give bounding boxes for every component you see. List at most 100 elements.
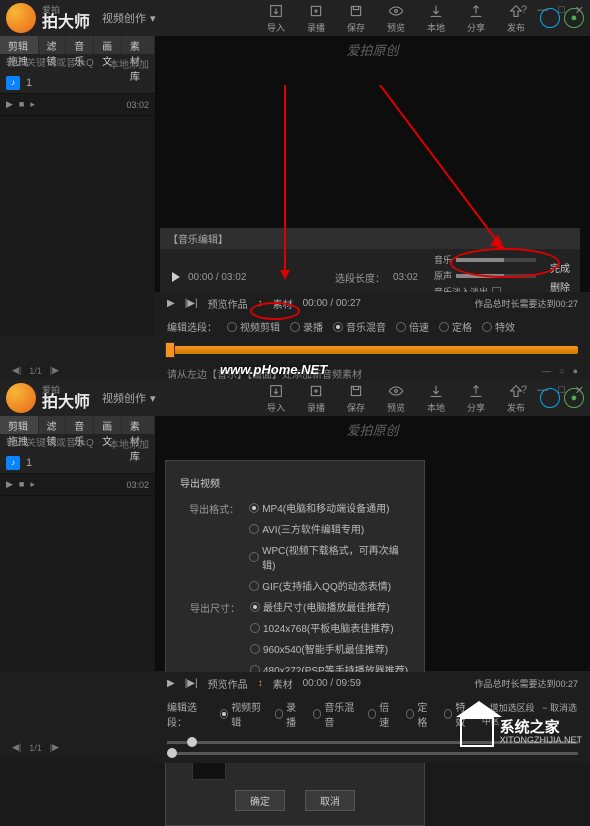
prev-page-icon[interactable]: ◀| (12, 742, 21, 753)
search-input[interactable] (6, 438, 86, 449)
timeline-handle[interactable] (165, 342, 175, 358)
length-label: 选段长度： (335, 270, 385, 285)
size-960[interactable]: 960x540(智能手机最佳推荐) (250, 641, 408, 656)
record-button[interactable]: 录播 (296, 3, 336, 34)
close-button[interactable]: ✕ (575, 4, 584, 17)
opt-video[interactable]: 视频剪辑 (227, 319, 280, 334)
track-play-icon[interactable]: ▶ (6, 99, 13, 110)
edit-label: 编辑选段： (167, 319, 217, 334)
opt-mix[interactable]: 音乐混音 (333, 319, 386, 334)
next-page-icon[interactable]: |▶ (50, 742, 59, 753)
tab-clips[interactable]: 剪辑拖拽 (0, 416, 38, 434)
next-page-icon[interactable]: |▶ (50, 365, 59, 376)
save-button[interactable]: 保存 (336, 3, 376, 34)
close-button[interactable]: ✕ (575, 384, 584, 397)
tab-sticker[interactable]: 素材库 (122, 416, 154, 434)
track-stop-icon[interactable]: ■ (19, 479, 24, 490)
tab-sticker[interactable]: 素材库 (122, 36, 154, 54)
track-stop-icon[interactable]: ■ (19, 99, 24, 110)
opt-freeze[interactable]: 定格 (439, 319, 472, 334)
collapse-icon[interactable]: — (542, 366, 551, 376)
timeline[interactable] (155, 338, 590, 362)
local-button[interactable]: 本地 (416, 3, 456, 34)
length-value: 03:02 (393, 272, 418, 283)
edit-label: 编辑选段： (167, 699, 210, 729)
opt-mix[interactable]: 音乐混音 (313, 699, 358, 729)
mini-play-icon[interactable]: ▶ (167, 678, 175, 689)
opt-speed[interactable]: 倍速 (368, 699, 396, 729)
track-play-icon[interactable]: ▶ (6, 479, 13, 490)
dialog-title: 导出视频 (180, 475, 410, 490)
app-brand: 爱拍 拍大师 (42, 386, 90, 411)
fmt-gif[interactable]: GIF(支持插入QQ的动态表情) (249, 578, 410, 593)
opt-speed[interactable]: 倍速 (396, 319, 429, 334)
tab-music[interactable]: 音乐 (66, 36, 93, 54)
help-button[interactable]: ? (521, 4, 527, 17)
opt-freeze[interactable]: 定格 (406, 699, 434, 729)
preview-work-button[interactable]: 预览作品 (208, 676, 248, 691)
local-add-button[interactable]: 本地添加 (109, 56, 149, 71)
material-button[interactable]: 素材 (273, 676, 293, 691)
max-button[interactable]: □ (558, 4, 565, 17)
play-time: 00:00 / 03:02 (188, 272, 246, 283)
opt-record[interactable]: 录播 (275, 699, 303, 729)
tab-music[interactable]: 音乐 (66, 416, 93, 434)
import-button[interactable]: 导入 (256, 3, 296, 34)
brand-main: 拍大师 (42, 15, 90, 31)
tab-filter[interactable]: 滤镜 (39, 416, 66, 434)
opt-record[interactable]: 录播 (290, 319, 323, 334)
track-time: 00:00 / 00:27 (303, 298, 361, 309)
tab-clips[interactable]: 剪辑拖拽 (0, 36, 38, 54)
done-button[interactable]: 完成 (540, 260, 580, 275)
track-next-icon[interactable]: ▸ (30, 99, 35, 110)
tab-text[interactable]: 画文 (94, 36, 121, 54)
max-button[interactable]: □ (558, 384, 565, 397)
save-button[interactable]: 保存 (336, 383, 376, 414)
play-icon[interactable] (172, 272, 180, 282)
mode-selector[interactable]: 视频创作▾ (102, 10, 156, 26)
search-input[interactable] (6, 58, 86, 69)
settings-icon[interactable]: ○ (559, 366, 564, 376)
local-button[interactable]: 本地 (416, 383, 456, 414)
cancel-button[interactable]: 取消 (305, 790, 355, 811)
ok-button[interactable]: 确定 (235, 790, 285, 811)
min-button[interactable]: — (537, 384, 548, 397)
music-note-icon: ♪ (6, 456, 20, 470)
fmt-avi[interactable]: AVI(三方软件编辑专用) (249, 521, 410, 536)
preview-work-button[interactable]: 预览作品 (208, 296, 248, 311)
preview-watermark: 爱拍原创 (346, 420, 398, 439)
record-button[interactable]: 录播 (296, 383, 336, 414)
preview-button[interactable]: 预览 (376, 3, 416, 34)
mini-play-icon[interactable]: ▶ (167, 298, 175, 309)
min-button[interactable]: — (537, 4, 548, 17)
prev-page-icon[interactable]: ◀| (12, 365, 21, 376)
vol-music-slider[interactable] (456, 258, 536, 262)
share-button[interactable]: 分享 (456, 3, 496, 34)
vol-voice-slider[interactable] (456, 274, 536, 278)
size-best[interactable]: 最佳尺寸(电脑播放最佳推荐) (250, 599, 408, 614)
fmt-wpc[interactable]: WPC(视频下载格式，可再次编辑) (249, 542, 410, 572)
help-button[interactable]: ? (521, 384, 527, 397)
import-button[interactable]: 导入 (256, 383, 296, 414)
preview-button[interactable]: 预览 (376, 383, 416, 414)
vol-music-label: 音乐 (434, 253, 452, 266)
material-button[interactable]: 素材 (273, 296, 293, 311)
opt-video[interactable]: 视频剪辑 (220, 699, 265, 729)
mini-loop-icon[interactable]: |▶| (185, 678, 198, 689)
mode-selector[interactable]: 视频创作▾ (102, 390, 156, 406)
app-brand: 爱拍 拍大师 (42, 6, 90, 31)
vol-voice-label: 原声 (434, 269, 452, 282)
opt-fx[interactable]: 特效 (482, 319, 515, 334)
tab-text[interactable]: 画文 (94, 416, 121, 434)
more-icon[interactable]: ● (573, 366, 578, 376)
size-1024[interactable]: 1024x768(平板电脑表佳推荐) (250, 620, 408, 635)
local-add-button[interactable]: 本地添加 (109, 436, 149, 451)
search-icon[interactable]: Q (86, 58, 94, 69)
tab-filter[interactable]: 滤镜 (39, 36, 66, 54)
search-icon[interactable]: Q (86, 438, 94, 449)
fmt-mp4[interactable]: MP4(电脑和移动端设备通用) (249, 500, 410, 515)
share-button[interactable]: 分享 (456, 383, 496, 414)
page-indicator: 1/1 (29, 366, 42, 376)
track-next-icon[interactable]: ▸ (30, 479, 35, 490)
mini-loop-icon[interactable]: |▶| (185, 298, 198, 309)
